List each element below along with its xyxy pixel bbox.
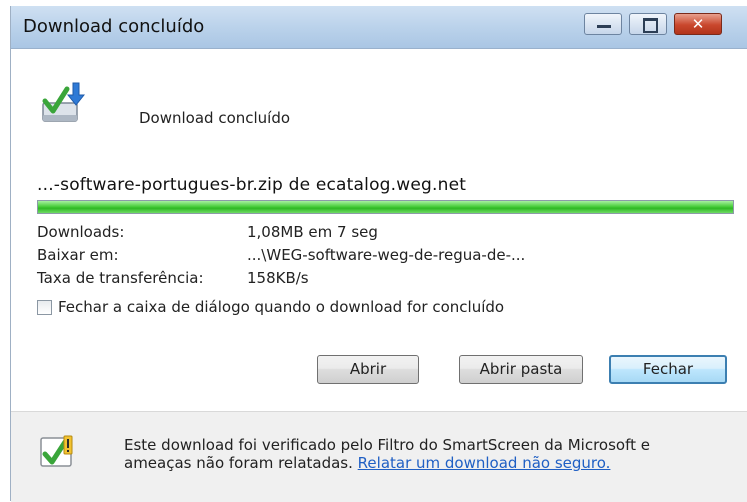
open-button[interactable]: Abrir [317,355,419,384]
minimize-button[interactable] [584,13,622,35]
smartscreen-text-line1: Este download foi verificado pelo Filtro… [124,436,650,454]
downloads-label: Downloads: [37,223,125,241]
smartscreen-text-line2: ameaças não foram relatadas. [124,454,353,472]
transfer-rate-label: Taxa de transferência: [37,269,204,287]
download-progress-bar [37,200,734,214]
minimize-icon [597,25,611,28]
close-window-button[interactable]: ✕ [674,13,722,35]
open-folder-button[interactable]: Abrir pasta [459,355,583,384]
save-to-label: Baixar em: [37,246,119,264]
close-icon: ✕ [691,15,705,33]
downloads-value: 1,08MB em 7 seg [247,223,378,241]
close-when-done-row[interactable]: Fechar a caixa de diálogo quando o downl… [37,298,504,316]
transfer-rate-value: 158KB/s [247,269,309,287]
smartscreen-shield-icon [40,435,73,467]
download-dialog: Download concluído ✕ Download concluído … [10,6,747,502]
download-complete-icon [42,82,85,122]
maximize-icon [643,18,658,33]
maximize-button[interactable] [629,13,667,35]
close-when-done-checkbox[interactable] [37,300,52,315]
title-bar[interactable]: Download concluído ✕ [11,6,747,49]
smartscreen-footer: Este download foi verificado pelo Filtro… [11,411,747,502]
file-source-text: ...-software-portugues-br.zip de ecatalo… [37,175,467,195]
progress-fill [38,201,733,213]
close-button[interactable]: Fechar [609,355,727,384]
window-title: Download concluído [23,16,205,37]
smartscreen-message: Este download foi verificado pelo Filtro… [124,436,650,472]
report-unsafe-link[interactable]: Relatar um download não seguro. [358,454,611,472]
close-when-done-label: Fechar a caixa de diálogo quando o downl… [58,298,505,316]
dialog-content: Download concluído ...-software-portugue… [11,49,747,411]
status-heading: Download concluído [139,109,291,127]
save-to-value: ...\WEG-software-weg-de-regua-de-... [247,246,526,264]
